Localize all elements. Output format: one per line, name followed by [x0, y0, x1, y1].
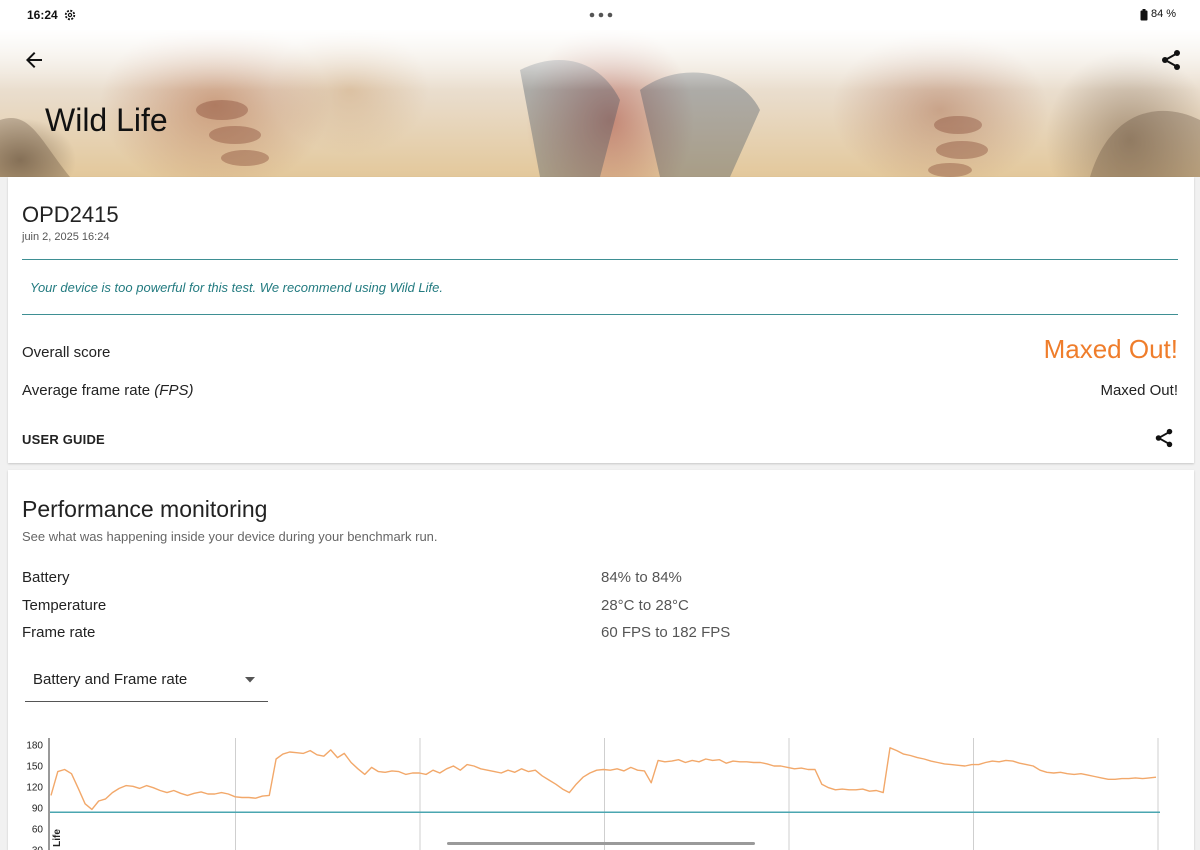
temperature-stat-value: 28°C to 28°C	[601, 597, 689, 614]
recommendation-notice: Your device is too powerful for this tes…	[30, 280, 443, 295]
overall-score-value: Maxed Out!	[1043, 334, 1178, 364]
overall-score-label: Overall score	[22, 344, 111, 361]
divider	[22, 314, 1178, 315]
settings-gear-icon	[64, 9, 76, 21]
back-arrow-icon[interactable]	[22, 48, 46, 72]
performance-card: Performance monitoring See what was happ…	[8, 470, 1194, 850]
hero-header: Wild Life	[0, 30, 1200, 177]
frame-rate-stat-label: Frame rate	[22, 624, 96, 641]
page-title: Wild Life	[45, 102, 168, 138]
performance-chart: 180 150 120 90 60 30 Life	[26, 738, 1160, 850]
chart-y-tick-label: 30	[32, 846, 44, 850]
status-battery-level: 84 %	[1151, 8, 1177, 20]
average-fps-value: Maxed Out!	[1100, 382, 1178, 399]
average-fps-label-text: Average frame rate	[22, 382, 151, 399]
share-result-icon[interactable]	[1153, 427, 1175, 449]
average-fps-label: Average frame rate (FPS)	[22, 382, 193, 399]
more-dots-icon[interactable]	[589, 12, 613, 18]
battery-stat-value: 84% to 84%	[601, 569, 682, 586]
user-guide-link[interactable]: USER GUIDE	[22, 432, 105, 447]
dropdown-caret-icon	[245, 677, 255, 683]
chart-metric-selected: Battery and Frame rate	[33, 671, 188, 688]
chart-axis-label: Life	[52, 829, 63, 847]
chart-metric-dropdown[interactable]: Battery and Frame rate	[25, 660, 268, 702]
average-fps-unit: (FPS)	[154, 382, 194, 399]
chart-y-tick-label: 150	[26, 762, 43, 773]
run-date: juin 2, 2025 16:24	[22, 231, 110, 243]
temperature-stat-label: Temperature	[22, 597, 107, 614]
home-indicator[interactable]	[447, 842, 755, 845]
chart-y-tick-label: 60	[32, 825, 44, 836]
status-time: 16:24	[27, 8, 58, 22]
share-icon[interactable]	[1159, 48, 1183, 72]
divider	[22, 259, 1178, 260]
frame-rate-series-line	[50, 747, 1157, 811]
performance-subtitle: See what was happening inside your devic…	[22, 529, 438, 544]
status-bar: 16:24 84 %	[0, 0, 1200, 30]
chart-y-tick-label: 120	[26, 783, 43, 794]
frame-rate-stat-value: 60 FPS to 182 FPS	[601, 624, 731, 641]
battery-icon	[1140, 9, 1148, 21]
result-card: OPD2415 juin 2, 2025 16:24 Your device i…	[8, 177, 1194, 463]
device-name: OPD2415	[22, 202, 119, 227]
chart-y-tick-label: 180	[26, 741, 43, 752]
battery-stat-label: Battery	[22, 569, 70, 586]
chart-y-tick-label: 90	[32, 804, 44, 815]
performance-title: Performance monitoring	[22, 496, 268, 522]
